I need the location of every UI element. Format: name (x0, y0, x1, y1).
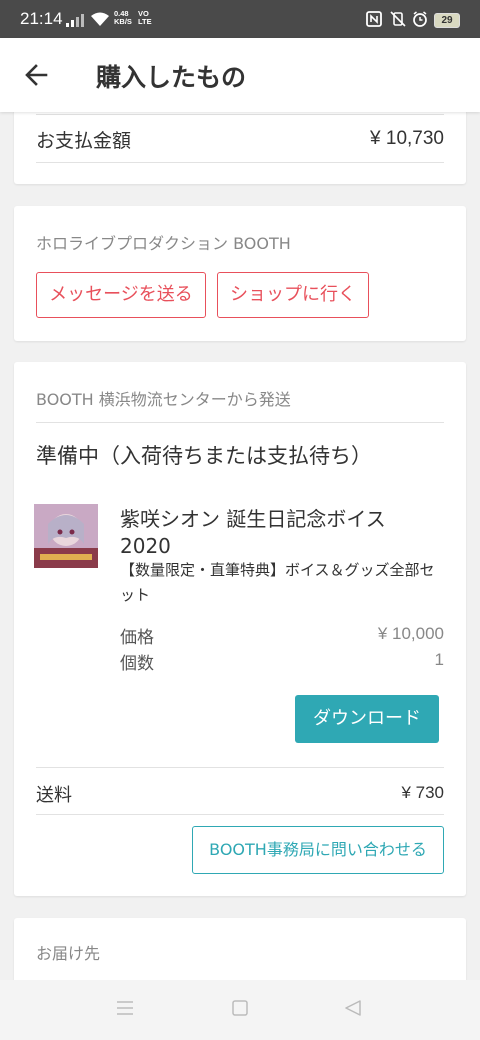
divider (36, 162, 444, 163)
shop-card: ホロライブプロダクション BOOTH メッセージを送る ショップに行く (14, 206, 466, 341)
contact-booth-button[interactable]: BOOTH事務局に問い合わせる (192, 826, 444, 874)
divider (36, 767, 444, 768)
divider (36, 422, 444, 423)
square-icon[interactable] (232, 1000, 248, 1020)
payment-label: お支払金額 (36, 130, 132, 152)
shipping-label: 送料 (36, 785, 72, 806)
network-speed: 0.48 KB/S (114, 9, 132, 26)
app-bar: 購入したもの (0, 38, 480, 112)
shipping-fee: ¥ 730 (401, 783, 444, 802)
status-bar: 21:14 0.48 KB/S VO LTE 29 (0, 0, 480, 38)
volte-indicator: VO LTE (138, 9, 152, 26)
nfc-icon (366, 11, 382, 31)
shipment-origin: BOOTH 横浜物流センターから発送 (36, 390, 291, 409)
system-nav-bar (0, 980, 480, 1040)
item-price: ¥ 10,000 (377, 624, 444, 643)
item-thumbnail[interactable] (34, 504, 98, 568)
divider (36, 114, 444, 115)
divider (36, 814, 444, 815)
order-status: 準備中（入荷待ちまたは支払待ち） (36, 444, 372, 468)
quantity-label: 個数 (120, 654, 154, 674)
item-quantity: 1 (434, 650, 444, 669)
payment-summary-card: お支払金額 ¥ 10,730 (14, 100, 466, 184)
arrow-left-icon[interactable] (24, 62, 50, 88)
page-title: 購入したもの (96, 63, 247, 92)
alarm-icon (412, 11, 428, 31)
download-button[interactable]: ダウンロード (295, 695, 439, 743)
payment-amount: ¥ 10,730 (370, 128, 444, 149)
go-to-shop-button[interactable]: ショップに行く (217, 272, 369, 318)
status-time: 21:14 (20, 9, 63, 28)
shop-name: ホロライブプロダクション BOOTH (36, 234, 291, 253)
send-message-button[interactable]: メッセージを送る (36, 272, 206, 318)
battery-indicator: 29 (434, 13, 460, 28)
wifi-icon (90, 12, 110, 31)
price-label: 価格 (120, 628, 154, 648)
menu-icon[interactable] (116, 1000, 134, 1020)
delivery-label: お届け先 (36, 944, 101, 963)
item-description: 【数量限定・直筆特典】ボイス＆グッズ全部セット (120, 561, 435, 604)
signal-icon (66, 12, 86, 31)
vibrate-mute-icon (390, 11, 406, 31)
triangle-back-icon[interactable] (344, 1000, 362, 1020)
shipment-card: BOOTH 横浜物流センターから発送 準備中（入荷待ちまたは支払待ち） 紫咲シオ… (14, 362, 466, 896)
item-name[interactable]: 紫咲シオン 誕生日記念ボイス 2020 (120, 506, 440, 560)
